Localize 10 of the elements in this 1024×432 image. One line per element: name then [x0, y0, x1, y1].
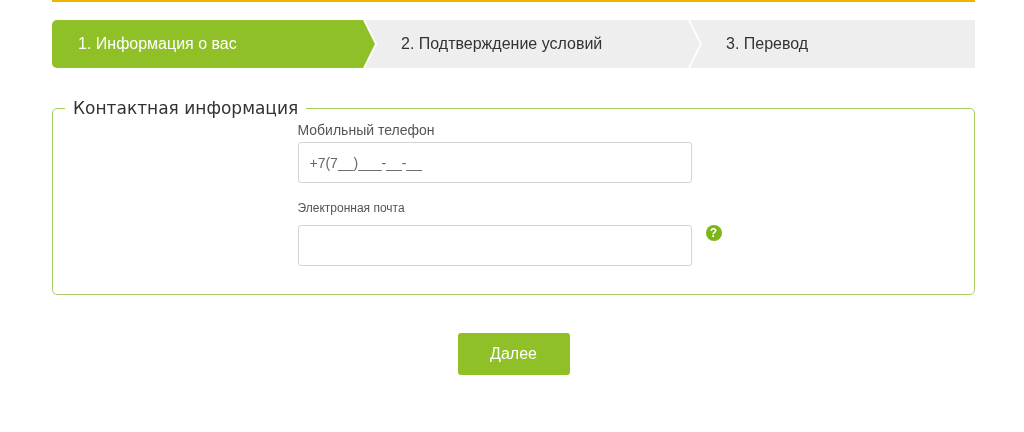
input-field[interactable]: +7(7__)___-__-__	[297, 142, 692, 183]
section-title: Контактная информация	[72, 98, 300, 118]
field-label: Электронная почта	[297, 201, 406, 215]
input-field[interactable]	[297, 225, 692, 266]
help-icon[interactable]: ?	[705, 225, 722, 241]
step-tab[interactable]: 1. Информация о вас	[52, 20, 375, 68]
field-label: Мобильный телефон	[297, 122, 436, 138]
step-tab[interactable]: 3. Перевод	[690, 20, 975, 68]
next-button[interactable]: Далее	[457, 333, 570, 375]
step-tab[interactable]: 2. Подтверждение условий	[365, 20, 700, 68]
